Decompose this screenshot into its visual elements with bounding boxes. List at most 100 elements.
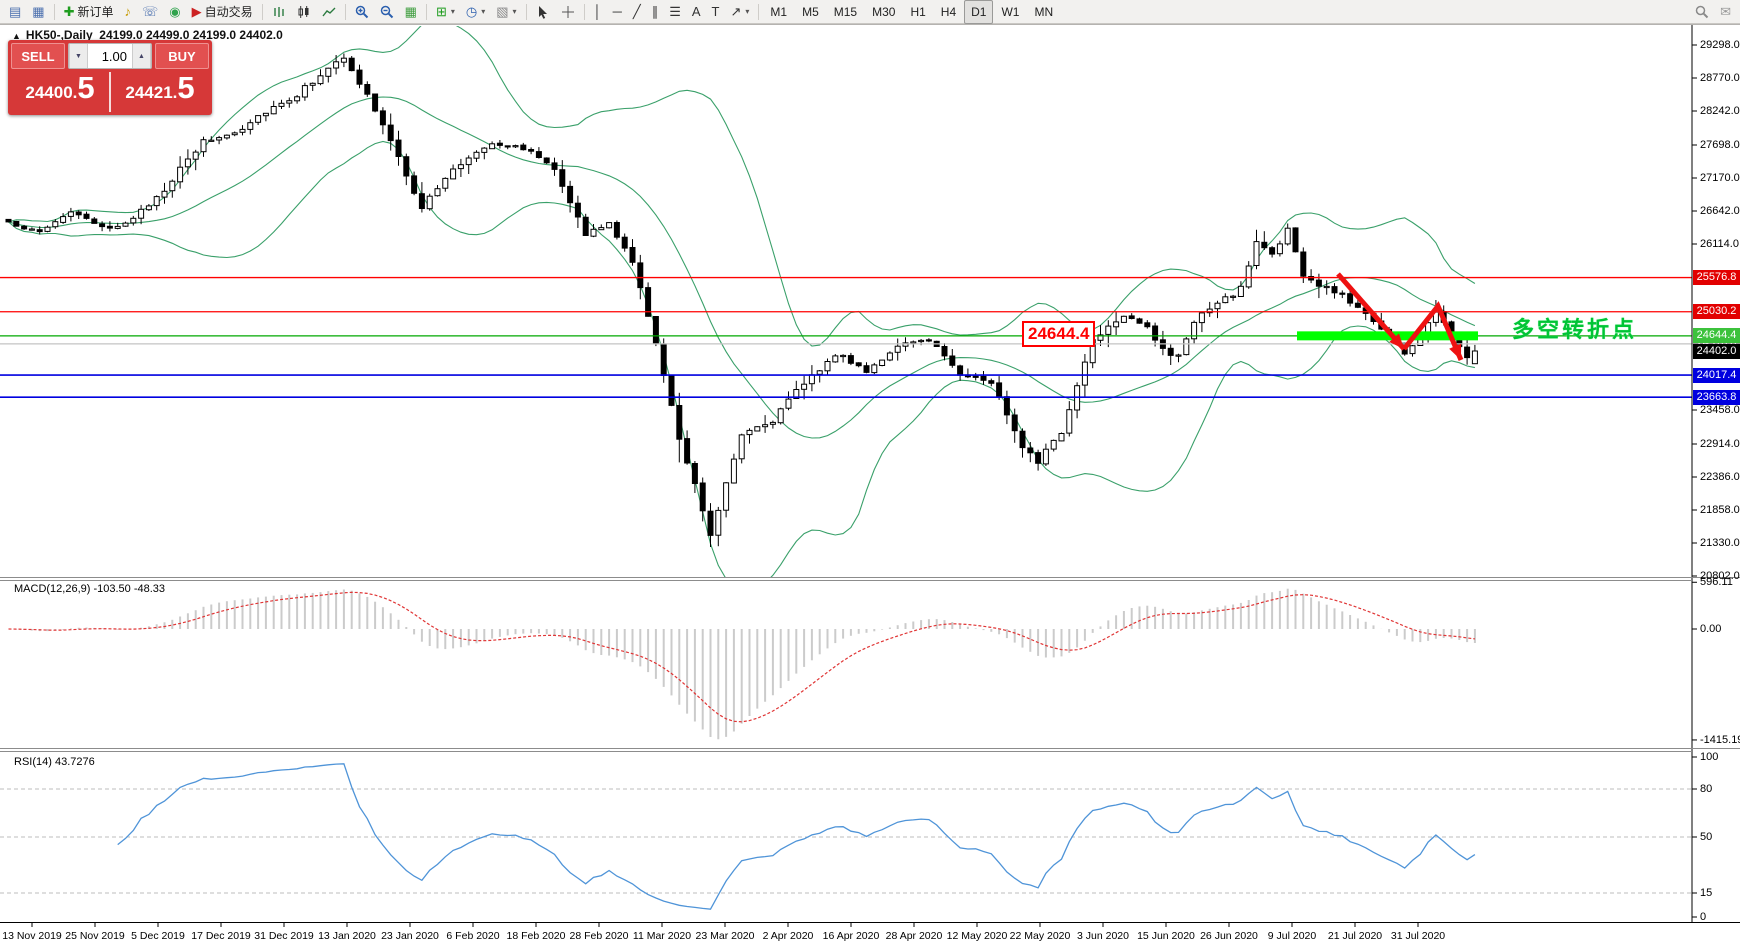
- cross-icon: [561, 5, 575, 19]
- volume-decrease-button[interactable]: ▼: [69, 44, 88, 68]
- tile-windows-icon: ▦: [405, 5, 417, 18]
- timeframe-m15[interactable]: M15: [827, 0, 864, 24]
- triangle-down-icon: ▼: [75, 53, 82, 60]
- buy-price-big-digit: 5: [177, 70, 194, 105]
- mobile-app-button[interactable]: ☏: [137, 0, 163, 24]
- timeframe-m30-label: M30: [872, 5, 895, 19]
- auto-trading-button[interactable]: ▶自动交易: [187, 0, 258, 24]
- toolbar-separator: [426, 4, 427, 20]
- fibonacci-tool-button[interactable]: ☰: [664, 0, 686, 24]
- crosshair-tool-button[interactable]: [556, 0, 580, 24]
- data-window-icon: ▦: [32, 5, 44, 18]
- timeframe-m1[interactable]: M1: [763, 0, 794, 24]
- sell-price-big-digit: 5: [77, 70, 94, 105]
- candlestick-chart-button[interactable]: [292, 0, 316, 24]
- timeframe-h4-label: H4: [941, 5, 956, 19]
- search-icon: [1695, 5, 1709, 19]
- sound-alerts-button[interactable]: ♪: [120, 0, 137, 24]
- timeframe-w1[interactable]: W1: [994, 0, 1026, 24]
- timeframe-h1[interactable]: H1: [903, 0, 932, 24]
- channel-tool-button[interactable]: ∥: [647, 0, 664, 24]
- chart-canvas[interactable]: [0, 0, 1740, 948]
- indicators-icon: ⊞: [436, 5, 447, 18]
- chevron-down-icon: ▾: [745, 7, 749, 16]
- volume-stepper: ▼ ▲: [68, 43, 152, 69]
- timeframe-d1[interactable]: D1: [964, 0, 993, 24]
- line-chart-button[interactable]: [317, 0, 341, 24]
- templates-icon: ▧: [496, 5, 508, 18]
- cursor-icon: [536, 5, 550, 19]
- line-icon: [322, 5, 336, 19]
- signals-button[interactable]: ◉: [164, 0, 185, 24]
- toolbar-separator: [526, 4, 527, 20]
- new-order-button[interactable]: ✚新订单: [59, 0, 119, 24]
- toolbar: ▤▦✚新订单♪☏◉▶自动交易▦⊞▾◷▾▧▾│─╱∥☰AT↗▾M1M5M15M30…: [0, 0, 1740, 24]
- signals-icon: ◉: [169, 5, 180, 18]
- vertical-line-tool-button[interactable]: │: [589, 0, 607, 24]
- chevron-down-icon: ▾: [513, 7, 517, 16]
- timeframe-m30[interactable]: M30: [865, 0, 902, 24]
- toolbar-separator: [345, 4, 346, 20]
- toolbar-separator: [584, 4, 585, 20]
- periods-icon: ◷: [466, 5, 477, 18]
- text-tool-icon: A: [692, 5, 701, 18]
- timeframe-d1-label: D1: [971, 5, 986, 19]
- bars-icon: [272, 5, 286, 19]
- channel-tool-icon: ∥: [652, 5, 659, 18]
- new-chart-icon: ▤: [9, 5, 21, 18]
- auto-trading-button-label: 自动交易: [205, 3, 253, 20]
- timeframe-m5-label: M5: [802, 5, 819, 19]
- timeframe-m15-label: M15: [834, 5, 857, 19]
- chevron-down-icon: ▾: [481, 7, 485, 16]
- auto-trading-icon: ▶: [192, 5, 202, 18]
- periods-button[interactable]: ◷▾: [461, 0, 490, 24]
- new-order-button-label: 新订单: [78, 3, 114, 20]
- volume-increase-button[interactable]: ▲: [132, 44, 151, 68]
- chat-button[interactable]: ✉: [1715, 0, 1736, 24]
- timeframe-h1-label: H1: [910, 5, 925, 19]
- chat-icon: ✉: [1720, 5, 1731, 18]
- timeframe-w1-label: W1: [1001, 5, 1019, 19]
- sell-button[interactable]: SELL: [11, 43, 65, 69]
- new-chart-button[interactable]: ▤: [4, 0, 26, 24]
- indicators-button[interactable]: ⊞▾: [431, 0, 460, 24]
- timeframe-h4[interactable]: H4: [934, 0, 963, 24]
- text-tool-button[interactable]: A: [687, 0, 706, 24]
- zoom-in-button[interactable]: [350, 0, 374, 24]
- new-order-icon: ✚: [64, 5, 75, 18]
- buy-button[interactable]: BUY: [155, 43, 209, 69]
- timeframe-m5[interactable]: M5: [795, 0, 826, 24]
- templates-button[interactable]: ▧▾: [491, 0, 521, 24]
- label-tool-button[interactable]: T: [707, 0, 725, 24]
- trendline-tool-icon: ╱: [633, 5, 641, 18]
- chevron-down-icon: ▾: [451, 7, 455, 16]
- buy-price-main: 24421.: [125, 83, 177, 102]
- search-button[interactable]: [1690, 0, 1714, 24]
- sell-price-main: 24400.: [25, 83, 77, 102]
- mobile-app-icon: ☏: [142, 5, 158, 18]
- sell-price-button[interactable]: 24400.5: [11, 72, 111, 112]
- candles-icon: [297, 5, 311, 19]
- cursor-tool-button[interactable]: [531, 0, 555, 24]
- vertical-line-tool-icon: │: [594, 5, 602, 18]
- volume-input[interactable]: [88, 44, 132, 68]
- arrows-tool-icon: ↗: [730, 5, 741, 18]
- zoomin-icon: [355, 5, 369, 19]
- timeframe-m1-label: M1: [770, 5, 787, 19]
- tile-windows-button[interactable]: ▦: [400, 0, 422, 24]
- horizontal-line-tool-button[interactable]: ─: [608, 0, 627, 24]
- arrows-tool-button[interactable]: ↗▾: [725, 0, 754, 24]
- data-window-button[interactable]: ▦: [27, 0, 49, 24]
- trendline-tool-button[interactable]: ╱: [628, 0, 646, 24]
- timeframe-mn[interactable]: MN: [1027, 0, 1060, 24]
- fibonacci-tool-icon: ☰: [669, 5, 681, 18]
- sound-alerts-icon: ♪: [125, 5, 132, 18]
- toolbar-separator: [54, 4, 55, 20]
- toolbar-separator: [262, 4, 263, 20]
- label-tool-icon: T: [712, 5, 720, 18]
- toolbar-separator: [758, 4, 759, 20]
- buy-price-button[interactable]: 24421.5: [111, 72, 209, 112]
- zoom-out-button[interactable]: [375, 0, 399, 24]
- horizontal-line-tool-icon: ─: [613, 5, 622, 18]
- bar-chart-button[interactable]: [267, 0, 291, 24]
